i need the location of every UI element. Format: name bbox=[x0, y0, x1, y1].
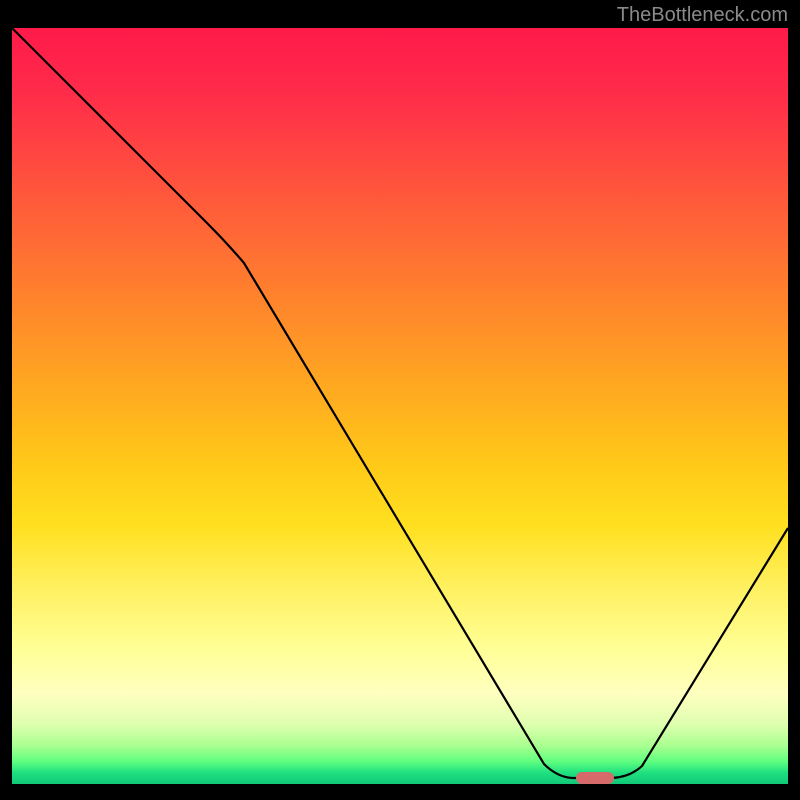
optimal-marker bbox=[576, 772, 614, 784]
curve-svg bbox=[12, 28, 788, 784]
bottleneck-curve bbox=[12, 28, 788, 778]
plot-area bbox=[12, 28, 788, 784]
watermark-text: TheBottleneck.com bbox=[617, 4, 788, 27]
chart-container: TheBottleneck.com bbox=[0, 0, 800, 800]
